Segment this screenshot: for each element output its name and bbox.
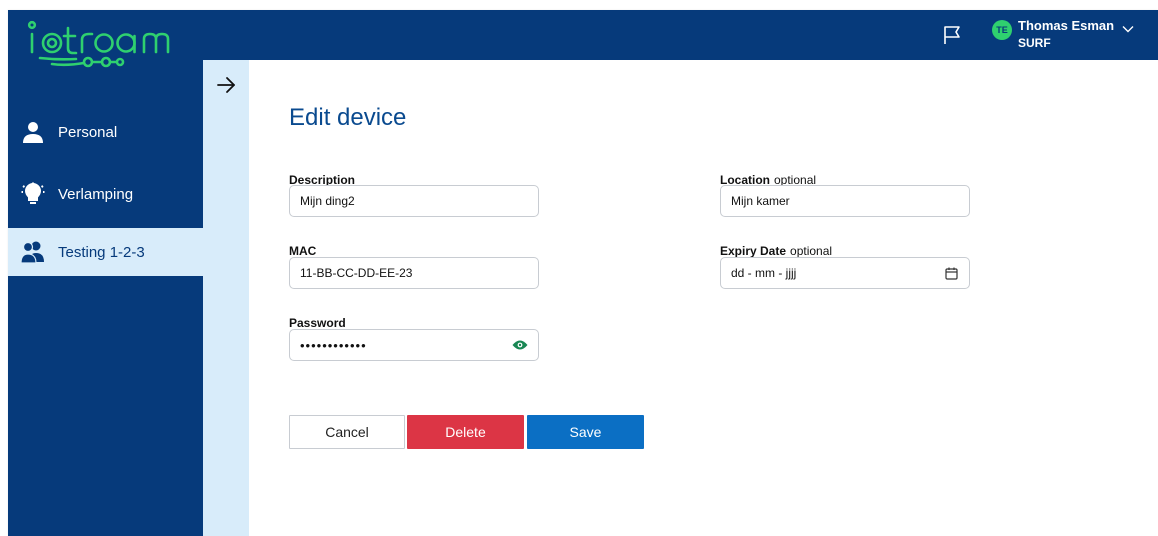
main-content: Edit device Description Mijn ding2 MAC 1… xyxy=(249,60,1158,536)
sidebar-item-label: Verlamping xyxy=(58,185,134,203)
description-value: Mijn ding2 xyxy=(300,194,355,208)
sidebar-item-personal[interactable]: Personal xyxy=(8,108,203,156)
delete-button[interactable]: Delete xyxy=(407,415,524,449)
sidebar: Personal Verlamping Testing 1-2-3 xyxy=(8,10,203,536)
user-organization: SURF xyxy=(1018,36,1051,50)
logo-graphic xyxy=(27,20,170,68)
password-label: Password xyxy=(289,316,346,330)
sidebar-item-testing[interactable]: Testing 1-2-3 xyxy=(8,228,203,276)
calendar-icon[interactable] xyxy=(943,265,959,281)
save-button[interactable]: Save xyxy=(527,415,644,449)
sidebar-item-label: Personal xyxy=(58,123,118,141)
page-title: Edit device xyxy=(289,104,407,131)
mac-label-text: MAC xyxy=(289,244,317,258)
app-window: Personal Verlamping Testing 1-2-3 TE Tho… xyxy=(8,10,1158,536)
top-bar: TE Thomas Esman SURF xyxy=(203,10,1158,60)
expiry-date-label: Expiry Date optional xyxy=(720,244,832,258)
sidebar-toggle-rail xyxy=(203,60,249,536)
eye-icon[interactable] xyxy=(512,337,528,353)
chevron-down-icon xyxy=(1122,22,1134,34)
password-input[interactable]: •••••••••••• xyxy=(289,329,539,361)
lamp-icon xyxy=(20,181,46,207)
expiry-date-label-text: Expiry Date xyxy=(720,244,787,258)
sidebar-item-verlamping[interactable]: Verlamping xyxy=(8,170,203,218)
iotroam-logo[interactable] xyxy=(8,10,203,74)
expiry-date-input[interactable]: dd - mm - jjjj xyxy=(720,257,970,289)
password-value: •••••••••••• xyxy=(300,337,367,353)
arrow-right-icon[interactable] xyxy=(215,74,237,96)
password-label-text: Password xyxy=(289,316,346,330)
mac-input[interactable]: 11-BB-CC-DD-EE-23 xyxy=(289,257,539,289)
person-icon xyxy=(20,119,46,145)
expiry-date-placeholder: dd - mm - jjjj xyxy=(731,266,797,280)
sidebar-item-label: Testing 1-2-3 xyxy=(58,243,145,261)
avatar: TE xyxy=(992,20,1012,40)
optional-hint: optional xyxy=(790,244,833,258)
user-name: Thomas Esman xyxy=(1018,18,1115,33)
location-input[interactable]: Mijn kamer xyxy=(720,185,970,217)
location-value: Mijn kamer xyxy=(731,194,790,208)
description-input[interactable]: Mijn ding2 xyxy=(289,185,539,217)
flag-icon[interactable] xyxy=(941,24,963,46)
cancel-button[interactable]: Cancel xyxy=(289,415,405,449)
group-icon xyxy=(20,239,46,265)
mac-value: 11-BB-CC-DD-EE-23 xyxy=(300,266,413,280)
mac-label: MAC xyxy=(289,244,316,258)
